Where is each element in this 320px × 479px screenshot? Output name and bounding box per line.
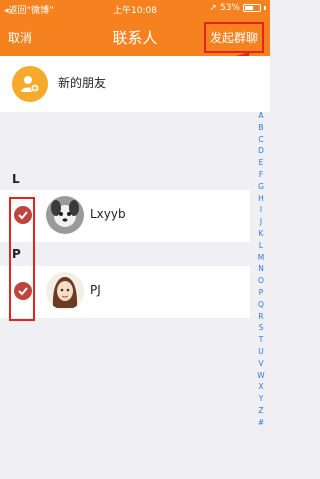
index-letter[interactable]: S [259,322,264,334]
index-letter[interactable]: # [258,417,264,429]
avatar [46,272,84,310]
index-letter[interactable]: Z [258,405,263,417]
contact-name: Lxyyb [90,207,126,221]
section-header-p: P [0,243,250,265]
contact-name: PJ [90,283,101,297]
avatar [46,196,84,234]
index-letter[interactable]: L [259,240,263,252]
index-letter[interactable]: A [258,110,263,122]
section-letter: L [12,172,20,186]
contact-row-pj[interactable]: PJ [0,266,250,318]
index-letter[interactable]: N [258,263,264,275]
index-letter[interactable]: F [259,169,263,181]
index-letter[interactable]: R [258,311,263,323]
index-letter[interactable]: M [258,252,264,264]
index-letter[interactable]: H [258,193,264,205]
index-letter[interactable]: Q [258,299,264,311]
index-letter[interactable]: X [258,381,263,393]
section-header-l: L [0,168,250,190]
index-letter[interactable]: I [260,204,262,216]
index-letter[interactable]: W [257,370,264,382]
index-letter[interactable]: V [258,358,263,370]
index-letter[interactable]: C [258,134,263,146]
battery-tip [264,6,266,10]
index-letter[interactable]: G [258,181,264,193]
index-letter[interactable]: J [260,216,262,228]
alphabet-index[interactable]: A B C D E F G H I J K L M N O P Q R S T U V W X Y Z # [254,110,268,429]
index-letter[interactable]: P [259,287,264,299]
index-letter[interactable]: Y [259,393,264,405]
index-letter[interactable]: K [259,228,264,240]
new-friend-row[interactable]: 新的朋友 [0,56,270,112]
battery-icon [243,4,261,12]
add-person-icon [12,66,48,102]
index-letter[interactable]: O [258,275,264,287]
new-friend-label: 新的朋友 [58,76,107,90]
status-bar: ◂返回“微博” 上午10:08 ➚ 53% [0,0,270,18]
battery-percent: 53% [219,3,240,13]
index-letter[interactable]: D [258,145,264,157]
section-letter: P [12,247,21,261]
index-letter[interactable]: T [259,334,264,346]
index-letter[interactable]: B [258,122,263,134]
status-right: ➚ 53% [209,3,266,13]
checkmark-icon[interactable] [14,206,32,224]
contact-row-lxyyb[interactable]: Lxyyb [0,190,250,242]
checkmark-icon[interactable] [14,282,32,300]
location-arrow-icon: ➚ [209,3,217,13]
index-letter[interactable]: E [259,157,264,169]
index-letter[interactable]: U [258,346,264,358]
